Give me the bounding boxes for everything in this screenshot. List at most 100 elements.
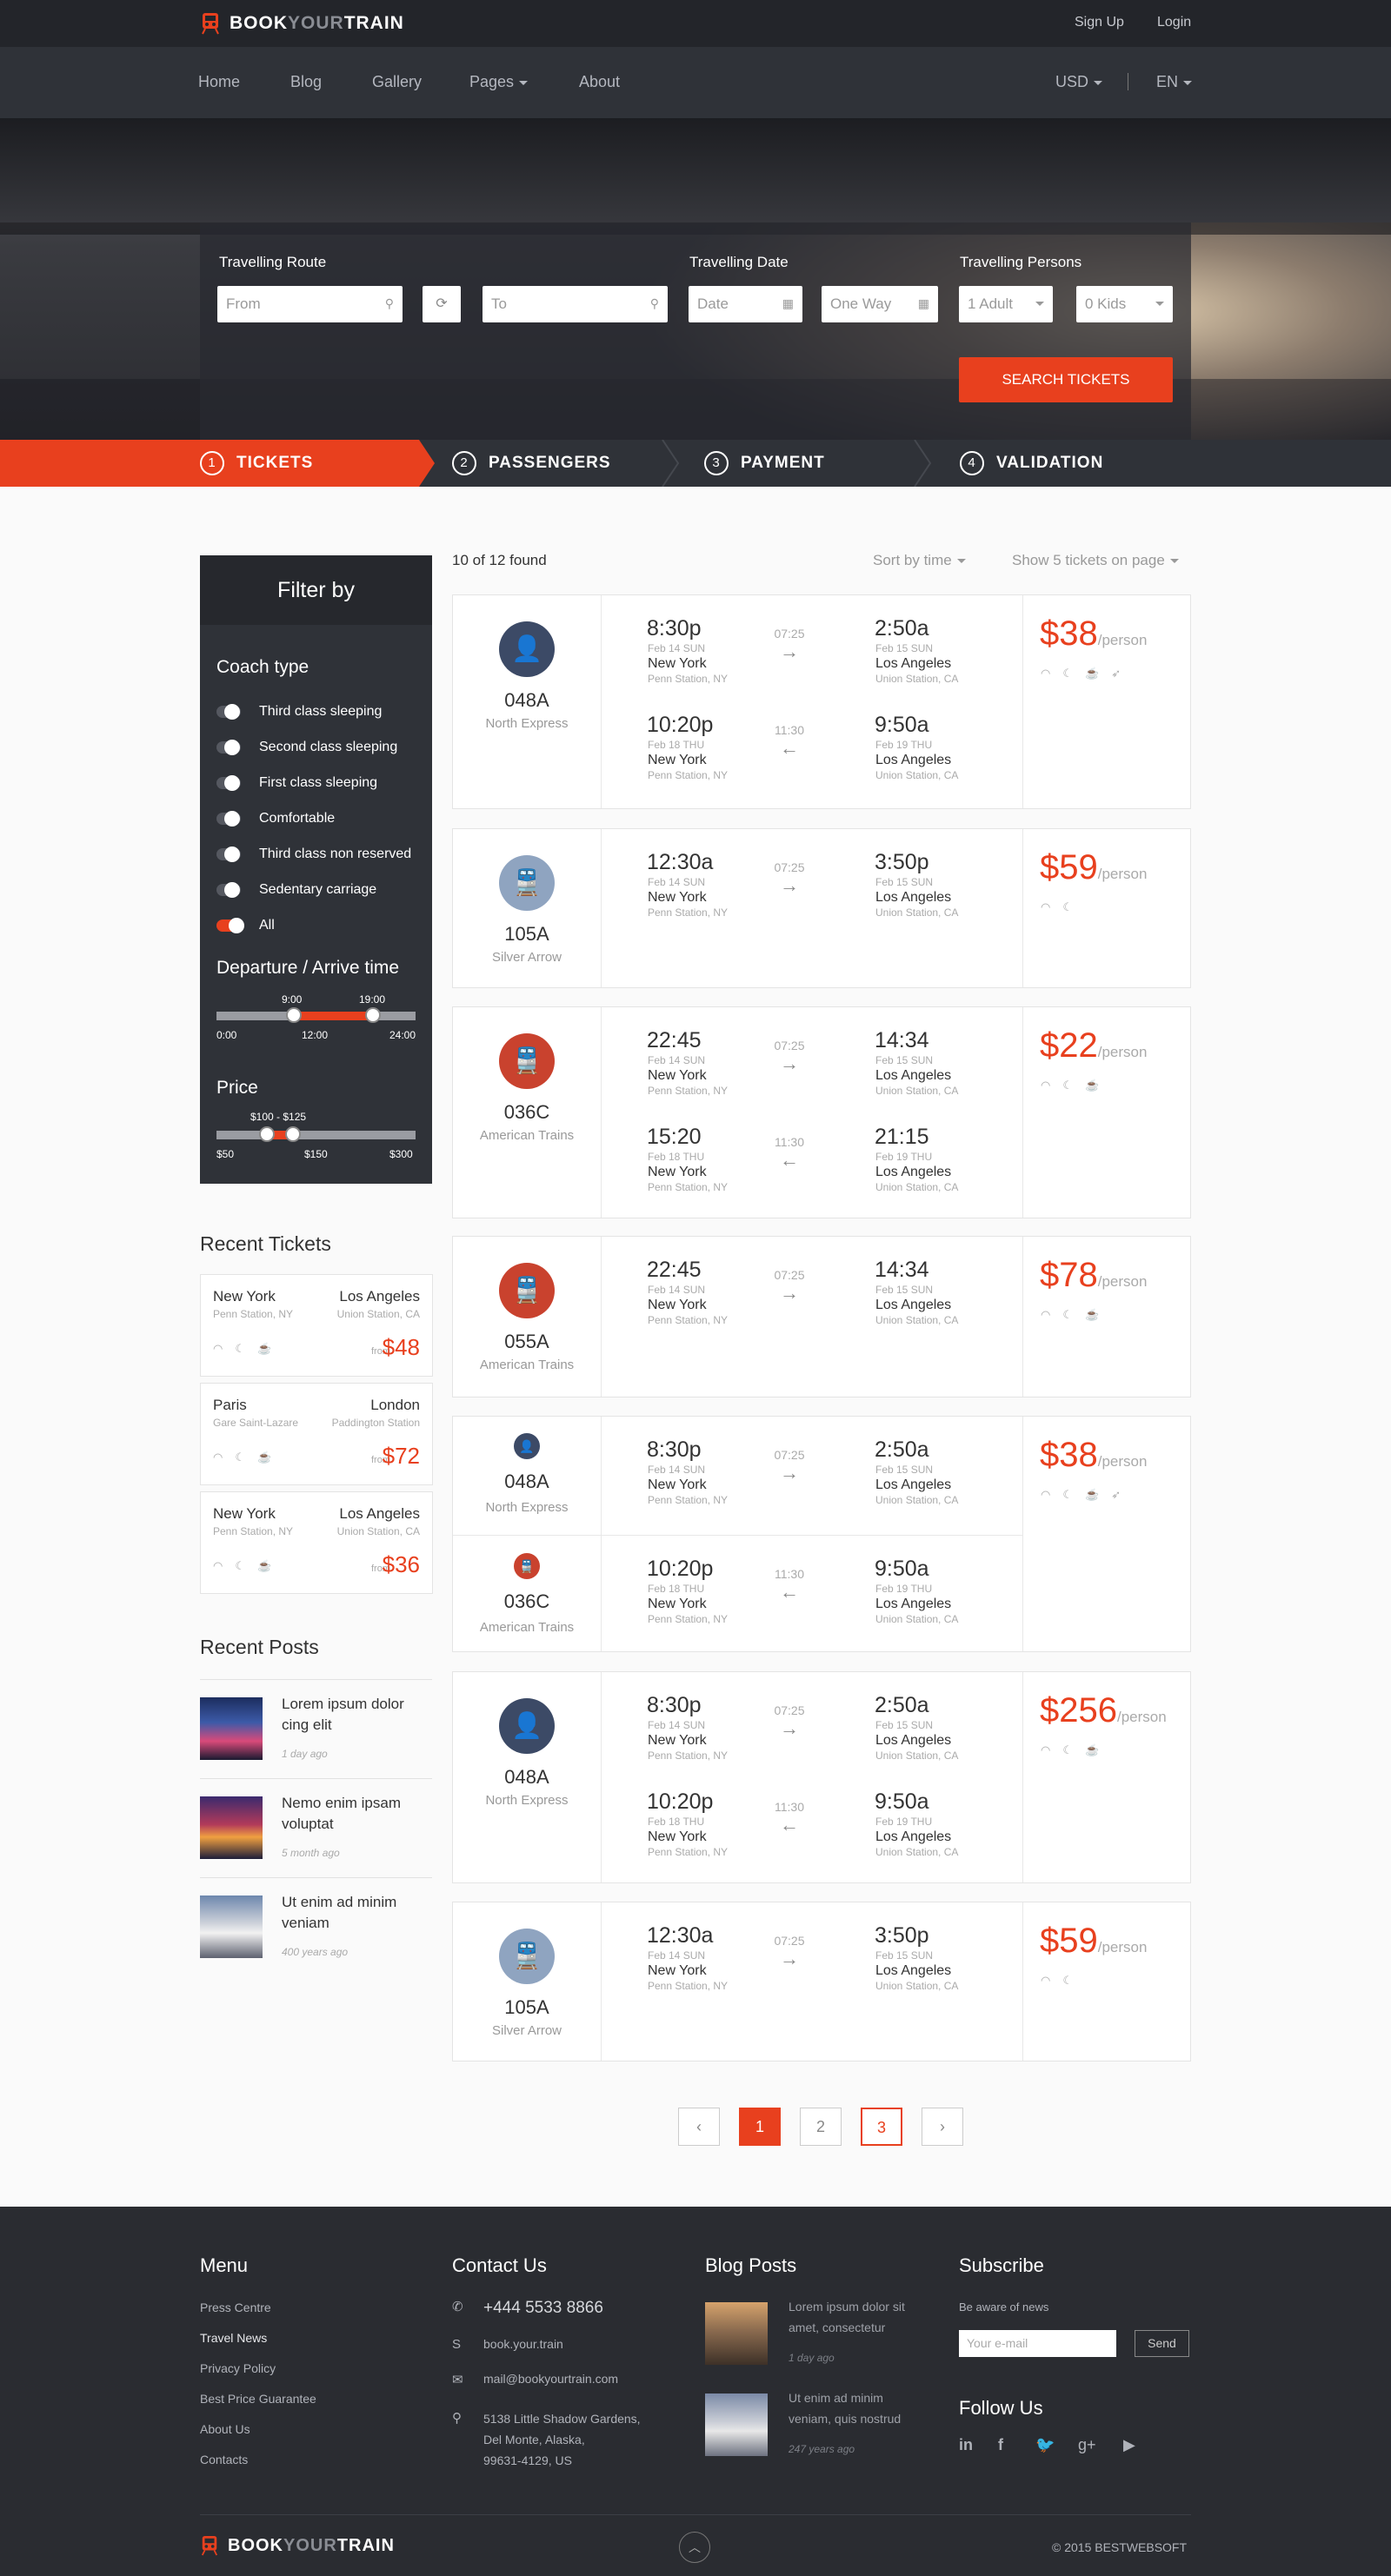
- swap-route-button[interactable]: ⟳: [423, 286, 461, 322]
- post-title[interactable]: Lorem ipsum dolor cing elit: [282, 1694, 421, 1736]
- footer-blog-title-link[interactable]: Ut enim ad minim veniam, quis nostrud: [789, 2387, 919, 2429]
- recent-ticket-card[interactable]: New York Penn Station, NY Los Angeles Union…: [200, 1274, 433, 1377]
- recent-ticket-amenities: ◠ ☾ ☕: [213, 1451, 271, 1464]
- footer-link[interactable]: Best Price Guarantee: [200, 2392, 316, 2406]
- price-to-handle[interactable]: [285, 1126, 301, 1142]
- coach-type-toggle[interactable]: [216, 918, 244, 933]
- linkedin-icon[interactable]: in: [959, 2436, 973, 2454]
- coach-type-toggle[interactable]: [216, 846, 241, 862]
- nav-pages[interactable]: Pages: [469, 73, 529, 91]
- return-date-input[interactable]: One Way ▦: [822, 286, 938, 322]
- ticket-card[interactable]: 🚆 036C American Trains 22:45 Feb 14 SUN New Y…: [452, 1006, 1191, 1218]
- arrival-date: Feb 19 THU: [875, 1151, 933, 1163]
- language-select[interactable]: EN: [1156, 73, 1193, 91]
- subscribe-email-input[interactable]: Your e-mail: [959, 2330, 1116, 2357]
- footer-link[interactable]: Contacts: [200, 2453, 248, 2466]
- price-value: $59: [1040, 848, 1098, 886]
- footer-email[interactable]: ✉ mail@bookyourtrain.com: [452, 2372, 618, 2387]
- google-plus-icon[interactable]: g+: [1078, 2436, 1096, 2454]
- departure-station: Penn Station, NY: [648, 1314, 729, 1326]
- login-link[interactable]: Login: [1157, 15, 1191, 30]
- footer-link[interactable]: Travel News: [200, 2331, 267, 2345]
- coach-type-toggle[interactable]: [216, 811, 241, 827]
- footer-link[interactable]: About Us: [200, 2422, 250, 2436]
- per-page-select[interactable]: Show 5 tickets on page: [1012, 552, 1179, 569]
- youtube-icon[interactable]: ▶: [1123, 2436, 1135, 2454]
- coach-type-toggle[interactable]: [216, 775, 241, 791]
- page-button[interactable]: 1: [739, 2108, 781, 2146]
- step-payment[interactable]: 3 PAYMENT: [704, 440, 825, 487]
- signup-link[interactable]: Sign Up: [1075, 15, 1124, 30]
- train-code: 036C: [503, 1101, 550, 1123]
- ticket-card[interactable]: 🚆 105A Silver Arrow 12:30a Feb 14 SUN New Yor…: [452, 828, 1191, 988]
- coach-type-toggle[interactable]: [216, 704, 241, 720]
- footer-phone[interactable]: ✆ +444 5533 8866: [452, 2299, 603, 2318]
- time-to-handle[interactable]: [365, 1007, 381, 1023]
- prev-page-button[interactable]: ‹: [678, 2108, 720, 2146]
- time-slider[interactable]: [216, 1007, 416, 1023]
- facebook-icon[interactable]: f: [998, 2436, 1003, 2454]
- train-name: Silver Arrow: [491, 950, 562, 965]
- nav-about[interactable]: About: [579, 73, 620, 91]
- scroll-top-button[interactable]: ︿: [679, 2532, 710, 2563]
- recent-ticket-price: $36: [382, 1551, 420, 1577]
- ticket-card[interactable]: 👤 048A North Express 8:30p Feb 14 SUN New Yor…: [452, 1671, 1191, 1883]
- ticket-card[interactable]: 🚆 055A American Trains 22:45 Feb 14 SUN New Y…: [452, 1236, 1191, 1398]
- step-validation[interactable]: 4 VALIDATION: [960, 440, 1103, 487]
- nav-gallery[interactable]: Gallery: [372, 73, 422, 91]
- post-thumbnail[interactable]: [200, 1697, 263, 1760]
- sort-select[interactable]: Sort by time: [873, 552, 966, 569]
- search-tickets-button[interactable]: SEARCH TICKETS: [959, 357, 1173, 402]
- recent-tickets-title: Recent Tickets: [200, 1232, 331, 1255]
- price-from-handle[interactable]: [259, 1126, 275, 1142]
- price-slider[interactable]: [216, 1126, 416, 1142]
- post-thumbnail[interactable]: [200, 1796, 263, 1859]
- coach-type-toggle[interactable]: [216, 882, 241, 898]
- post-thumbnail[interactable]: [200, 1895, 263, 1958]
- nav-blog[interactable]: Blog: [290, 73, 322, 91]
- from-input[interactable]: From ⚲: [217, 286, 403, 322]
- recent-post[interactable]: Nemo enim ipsam voluptat 5 month ago: [200, 1778, 432, 1876]
- arrival-station: Union Station, CA: [875, 673, 959, 685]
- post-title[interactable]: Ut enim ad minim veniam: [282, 1892, 421, 1934]
- footer-blog-title-link[interactable]: Lorem ipsum dolor sit amet, consectetur: [789, 2296, 919, 2338]
- post-title[interactable]: Nemo enim ipsam voluptat: [282, 1793, 421, 1835]
- train-logo-icon: [202, 13, 219, 35]
- next-page-button[interactable]: ›: [922, 2108, 963, 2146]
- time-from-handle[interactable]: [286, 1007, 302, 1023]
- ticket-card[interactable]: 🚆 105A Silver Arrow 12:30a Feb 14 SUN New Yor…: [452, 1902, 1191, 2061]
- currency-select[interactable]: USD: [1055, 73, 1103, 91]
- footer-skype[interactable]: Sbook.your.train: [452, 2337, 563, 2352]
- wifi-icon: ◠: [1041, 1743, 1051, 1756]
- ticket-card[interactable]: 👤 048A North Express 8:30p Feb 14 SUN New Yor…: [452, 594, 1191, 809]
- adults-select[interactable]: 1 Adult: [959, 286, 1053, 322]
- page-button[interactable]: 2: [800, 2108, 842, 2146]
- date-input[interactable]: Date ▦: [689, 286, 802, 322]
- recent-ticket-card[interactable]: Paris Gare Saint-Lazare London Paddington S…: [200, 1383, 433, 1485]
- brand-logo[interactable]: BOOKYOURTRAIN: [200, 11, 404, 36]
- footer-brand-logo[interactable]: BOOKYOURTRAIN: [200, 2534, 395, 2557]
- step-passengers[interactable]: 2 PASSENGERS: [452, 440, 611, 487]
- page-button[interactable]: 3: [861, 2108, 902, 2146]
- blog-thumbnail[interactable]: [705, 2393, 768, 2456]
- footer-link[interactable]: Press Centre: [200, 2300, 271, 2314]
- step-tickets[interactable]: 1 TICKETS: [200, 440, 313, 487]
- kids-select[interactable]: 0 Kids: [1076, 286, 1173, 322]
- departure-date: Feb 14 SUN: [648, 1054, 706, 1066]
- twitter-icon[interactable]: 🐦: [1035, 2436, 1055, 2454]
- ticket-card[interactable]: 👤 048A North Express 🚆 036C American Trains 8:…: [452, 1416, 1191, 1652]
- to-input[interactable]: To ⚲: [483, 286, 668, 322]
- footer-link[interactable]: Privacy Policy: [200, 2361, 276, 2375]
- trip-duration: 07:25: [774, 1268, 805, 1282]
- nav-home[interactable]: Home: [198, 73, 240, 91]
- send-button[interactable]: Send: [1135, 2330, 1189, 2357]
- recent-ticket-card[interactable]: New York Penn Station, NY Los Angeles Union…: [200, 1491, 433, 1594]
- recent-post[interactable]: Ut enim ad minim veniam 400 years ago: [200, 1877, 432, 1975]
- coach-type-toggle[interactable]: [216, 740, 241, 755]
- blog-thumbnail[interactable]: [705, 2302, 768, 2365]
- recent-post[interactable]: Lorem ipsum dolor cing elit 1 day ago: [200, 1679, 432, 1776]
- direction-arrow-icon: →: [780, 1052, 799, 1074]
- booking-steps: 1 TICKETS 2 PASSENGERS 3 PAYMENT 4 VALIDATIO…: [0, 440, 1391, 487]
- step-number: 4: [960, 451, 984, 475]
- route-label: Travelling Route: [219, 254, 327, 270]
